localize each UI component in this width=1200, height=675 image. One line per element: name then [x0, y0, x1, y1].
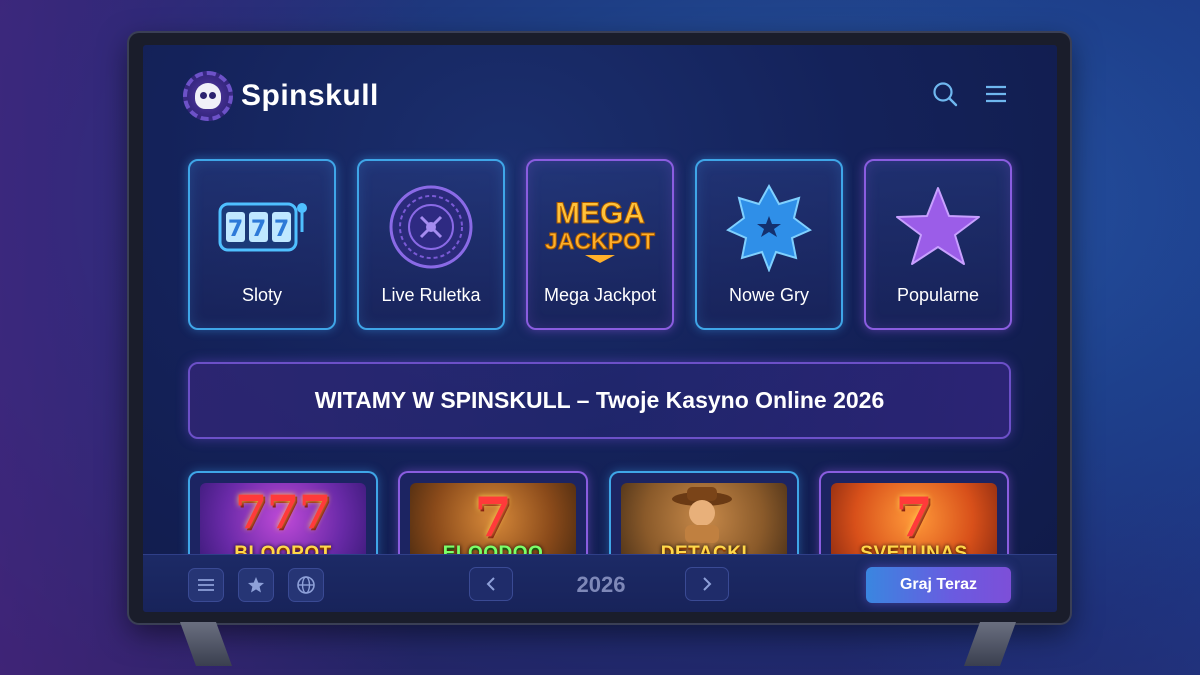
- mega-jackpot-icon: MEGA JACKPOT: [528, 179, 672, 275]
- play-now-button[interactable]: Graj Teraz: [866, 567, 1011, 603]
- prev-button[interactable]: [469, 567, 513, 601]
- category-mega-jackpot[interactable]: MEGA JACKPOT Mega Jackpot: [526, 159, 674, 330]
- svg-text:7: 7: [251, 217, 266, 242]
- app-title: Spinskull: [241, 79, 379, 112]
- star-badge-icon: [697, 179, 841, 275]
- skull-gear-icon: [183, 71, 233, 121]
- welcome-banner: WITAMY W SPINSKULL – Twoje Kasyno Online…: [188, 362, 1011, 439]
- game-seven: 777: [234, 485, 332, 539]
- category-label: Sloty: [241, 285, 283, 305]
- category-live-ruletka[interactable]: Live Ruletka: [357, 159, 505, 330]
- globe-icon[interactable]: [288, 568, 324, 602]
- svg-text:JACKPOT: JACKPOT: [545, 228, 655, 254]
- year-label: 2026: [576, 572, 626, 597]
- menu-icon[interactable]: [188, 568, 224, 602]
- svg-text:7: 7: [274, 217, 289, 242]
- star-icon[interactable]: [238, 568, 274, 602]
- category-popularne[interactable]: Popularne: [864, 159, 1012, 330]
- category-label: Nowe Gry: [728, 285, 809, 305]
- svg-text:MEGA: MEGA: [555, 197, 645, 230]
- category-label: Live Ruletka: [381, 285, 481, 305]
- chevron-left-icon: [486, 577, 495, 591]
- svg-text:7: 7: [228, 217, 243, 242]
- chevron-right-icon: [703, 577, 712, 591]
- roulette-wheel-icon: [359, 179, 503, 275]
- explorer-character-icon: [672, 487, 732, 543]
- game-seven: 7: [474, 485, 512, 549]
- star-icon: [866, 179, 1010, 275]
- tv-screen: Spinskull 7 7 7 Sloty Live Ruletka MEGA …: [143, 45, 1057, 612]
- category-sloty[interactable]: 7 7 7 Sloty: [188, 159, 336, 330]
- app-logo[interactable]: Spinskull: [183, 71, 379, 121]
- hamburger-menu-icon[interactable]: [981, 79, 1011, 109]
- search-icon[interactable]: [930, 79, 960, 109]
- category-label: Mega Jackpot: [543, 285, 657, 305]
- category-nowe-gry[interactable]: Nowe Gry: [695, 159, 843, 330]
- category-label: Popularne: [896, 285, 980, 305]
- bottom-bar: 2026 Graj Teraz: [143, 554, 1057, 612]
- next-button[interactable]: [685, 567, 729, 601]
- banner-text: WITAMY W SPINSKULL – Twoje Kasyno Online…: [314, 387, 885, 413]
- slot-machine-icon: 7 7 7: [190, 179, 334, 275]
- game-seven: 7: [895, 485, 933, 549]
